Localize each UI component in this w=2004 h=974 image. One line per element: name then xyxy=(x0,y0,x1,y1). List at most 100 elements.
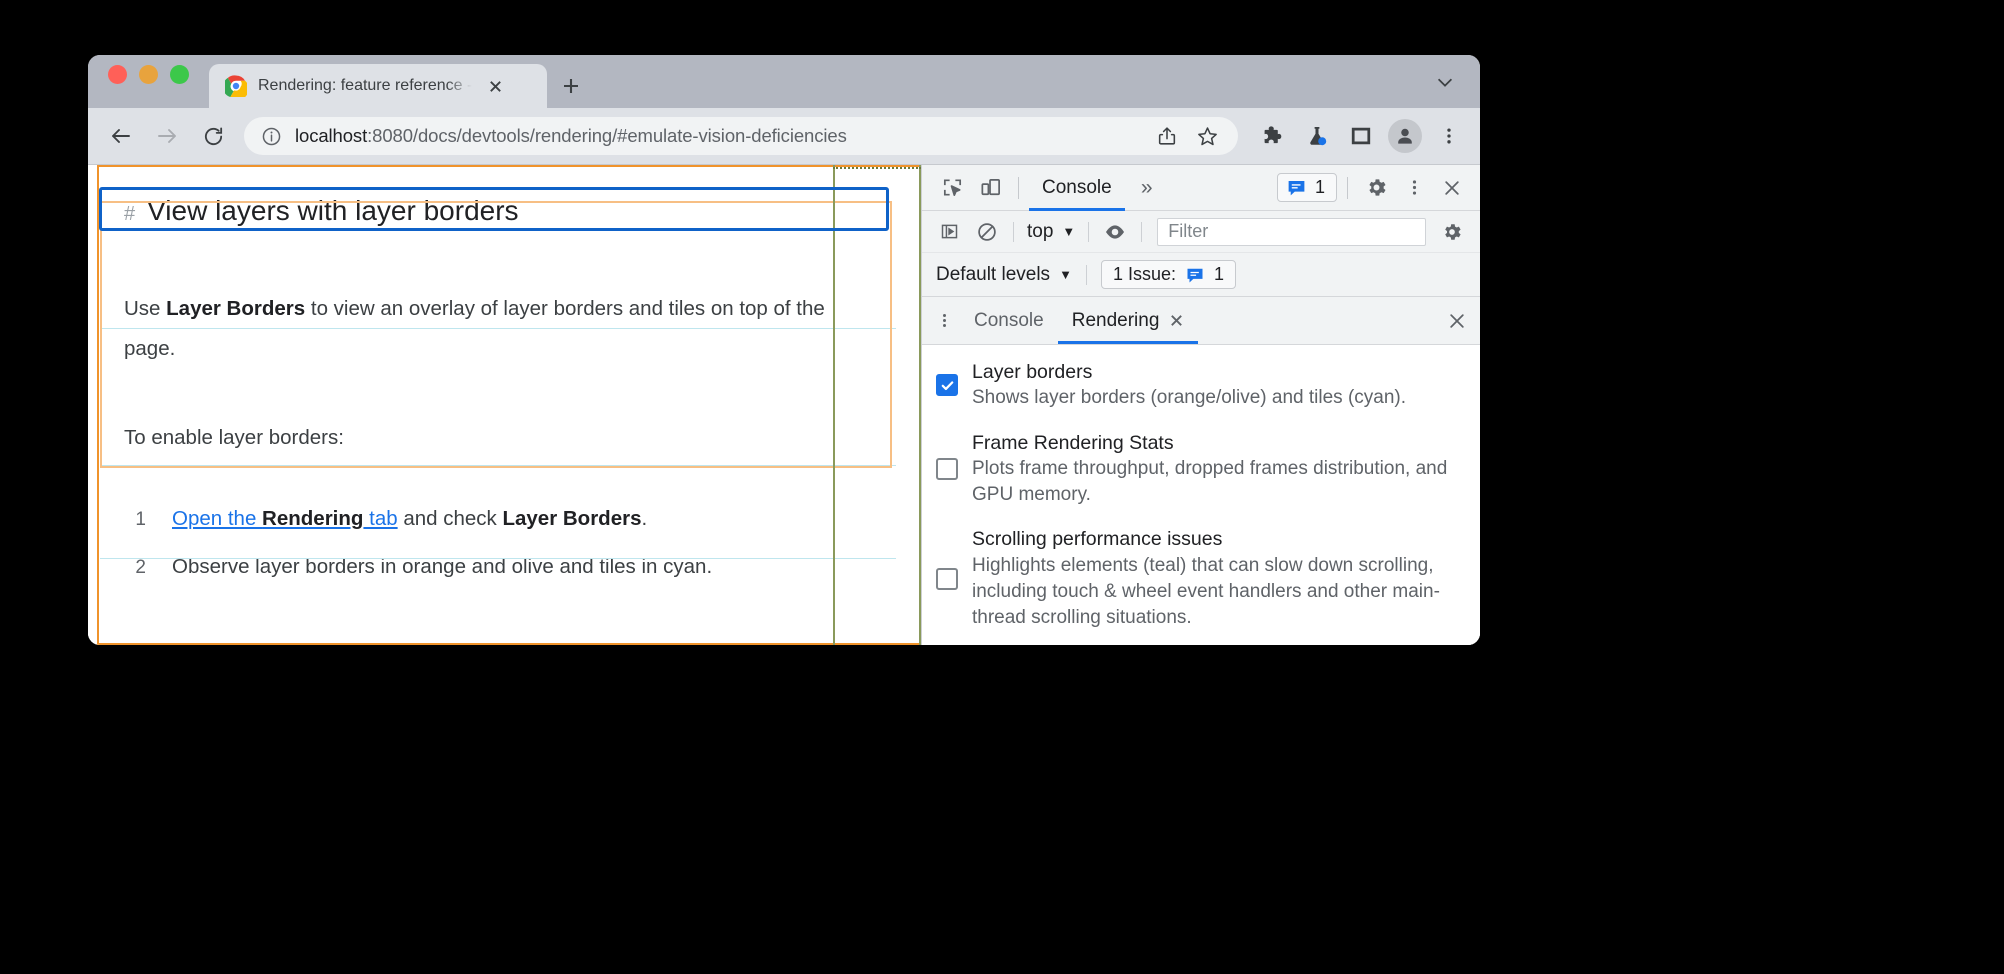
chrome-logo-icon xyxy=(225,75,247,97)
drawer-tabs-bar: Console Rendering xyxy=(922,297,1480,345)
list-item: 2 Observe layer borders in orange and ol… xyxy=(124,550,881,598)
drawer-kebab-menu-icon[interactable] xyxy=(928,297,960,344)
console-filter-input[interactable]: Filter xyxy=(1157,217,1426,246)
back-button[interactable] xyxy=(100,115,142,157)
drawer-tab-close-icon[interactable] xyxy=(1169,313,1184,328)
issues-count: 1 xyxy=(1314,177,1325,197)
clear-console-icon[interactable] xyxy=(968,217,1006,247)
render-option-title: Scrolling performance issues xyxy=(972,528,1223,551)
chevron-down-icon: ▼ xyxy=(1062,224,1076,239)
issues-inline-label: 1 Issue: xyxy=(1112,264,1176,284)
browser-menu-icon[interactable] xyxy=(1432,119,1466,153)
drawer-close-icon[interactable] xyxy=(1434,297,1480,344)
render-option-text: Layer borders Shows layer borders (orang… xyxy=(972,359,1406,412)
page-steps-list: 1 Open the Rendering tab and check Layer… xyxy=(124,502,881,598)
profile-avatar-icon[interactable] xyxy=(1388,119,1422,153)
close-window-button[interactable] xyxy=(108,65,127,84)
url-text[interactable]: localhost:8080/docs/devtools/rendering/#… xyxy=(295,125,1137,147)
more-panels-icon[interactable]: » xyxy=(1127,176,1167,200)
render-option-frame-rendering-stats[interactable]: Frame Rendering Stats Plots frame throug… xyxy=(936,430,1468,509)
console-filter-toolbar: top ▼ Filter xyxy=(922,211,1480,253)
tab-close-icon[interactable] xyxy=(483,74,507,98)
content-area: # View layers with layer borders Use Lay… xyxy=(88,164,1480,645)
page-heading-text: View layers with layer borders xyxy=(147,195,519,226)
render-option-text: Scrolling performance issues Highlights … xyxy=(972,526,1468,631)
chevron-down-icon[interactable] xyxy=(1422,60,1468,104)
devtools-main-toolbar: Console » 1 xyxy=(922,165,1480,211)
render-option-text: Frame Rendering Stats Plots frame throug… xyxy=(972,430,1468,509)
drawer-tab-label: Console xyxy=(974,309,1044,331)
console-settings-gear-icon[interactable] xyxy=(1434,217,1470,247)
minimize-window-button[interactable] xyxy=(139,65,158,84)
levels-label: Default levels xyxy=(936,263,1051,285)
experiments-flask-icon[interactable] xyxy=(1300,119,1334,153)
step-after-post: . xyxy=(641,506,648,530)
bookmark-star-icon[interactable] xyxy=(1190,119,1224,153)
tile-border-overlay-top xyxy=(833,165,921,169)
devtools-kebab-menu-icon[interactable] xyxy=(1396,171,1432,205)
heading-anchor-link[interactable]: # xyxy=(124,203,135,226)
devtools-settings-gear-icon[interactable] xyxy=(1358,171,1394,205)
inspect-element-icon[interactable] xyxy=(934,171,970,205)
device-toolbar-icon[interactable] xyxy=(972,171,1008,205)
page-viewport[interactable]: # View layers with layer borders Use Lay… xyxy=(88,165,921,645)
console-levels-bar: Default levels ▼ 1 Issue: 1 xyxy=(922,253,1480,297)
issues-inline-badge[interactable]: 1 Issue: 1 xyxy=(1100,260,1236,289)
tab-console[interactable]: Console xyxy=(1029,165,1125,211)
address-bar[interactable]: localhost:8080/docs/devtools/rendering/#… xyxy=(244,117,1238,155)
url-path: :8080/docs/devtools/rendering/#emulate-v… xyxy=(367,125,847,146)
page-paragraph-2: To enable layer borders: xyxy=(124,425,344,449)
maximize-window-button[interactable] xyxy=(170,65,189,84)
browser-window: Rendering: feature reference - localhost… xyxy=(88,55,1480,645)
page-content: # View layers with layer borders Use Lay… xyxy=(88,195,921,598)
rendering-tab-link[interactable]: Open the Rendering tab xyxy=(172,507,398,530)
console-context-selector[interactable]: top ▼ xyxy=(1021,221,1081,243)
devtools-close-icon[interactable] xyxy=(1434,171,1470,205)
default-levels-selector[interactable]: Default levels ▼ xyxy=(936,264,1072,286)
render-option-desc: Plots frame throughput, dropped frames d… xyxy=(972,457,1448,506)
toolbar-divider xyxy=(1347,176,1348,199)
rendering-panel-content: Layer borders Shows layer borders (orang… xyxy=(922,345,1480,645)
tab-strip: Rendering: feature reference - xyxy=(88,55,1480,108)
render-option-desc: Shows layer borders (orange/olive) and t… xyxy=(972,387,1407,409)
render-option-title: Layer borders xyxy=(972,361,1093,383)
layer-borders-checkbox[interactable] xyxy=(936,374,958,397)
drawer-tab-console[interactable]: Console xyxy=(960,297,1058,344)
drawer-tab-label: Rendering xyxy=(1071,309,1160,331)
side-panel-icon[interactable] xyxy=(1344,119,1378,153)
issues-badge[interactable]: 1 xyxy=(1276,173,1337,202)
step-after-pre: and check xyxy=(397,506,503,530)
render-option-desc: Highlights elements (teal) that can slow… xyxy=(972,554,1440,629)
frame-rendering-stats-checkbox[interactable] xyxy=(936,457,958,480)
url-host: localhost xyxy=(295,125,368,146)
new-tab-button[interactable] xyxy=(551,64,591,108)
reload-button[interactable] xyxy=(192,115,234,157)
omnibox-actions xyxy=(1150,119,1224,153)
link-pre: Open the xyxy=(172,506,263,530)
page-heading: # View layers with layer borders xyxy=(124,195,881,227)
forward-button[interactable] xyxy=(146,115,188,157)
window-traffic-lights xyxy=(108,55,189,108)
live-expression-eye-icon[interactable] xyxy=(1096,217,1134,247)
devtools-panel-tabs: Console xyxy=(1029,165,1125,211)
browser-tab[interactable]: Rendering: feature reference - xyxy=(209,64,547,108)
step-content: Observe layer borders in orange and oliv… xyxy=(172,554,713,578)
step-content: Open the Rendering tab and check Layer B… xyxy=(172,507,647,531)
toolbar-divider xyxy=(1013,221,1014,242)
toolbar-divider xyxy=(1141,221,1143,242)
drawer-tab-rendering[interactable]: Rendering xyxy=(1057,297,1199,344)
step-number: 1 xyxy=(135,508,146,530)
scrolling-performance-issues-checkbox[interactable] xyxy=(936,567,958,590)
render-option-layer-borders[interactable]: Layer borders Shows layer borders (orang… xyxy=(936,359,1468,412)
site-info-icon[interactable] xyxy=(261,126,282,147)
extensions-puzzle-icon[interactable] xyxy=(1256,119,1290,153)
paragraph-1-bold: Layer Borders xyxy=(166,297,306,320)
paragraph-1-pre: Use xyxy=(124,297,167,320)
share-icon[interactable] xyxy=(1150,119,1184,153)
page-paragraph-1: Use Layer Borders to view an overlay of … xyxy=(124,289,881,369)
toolbar-divider xyxy=(1088,221,1090,242)
tab-title: Rendering: feature reference - xyxy=(258,77,473,94)
render-option-scrolling-performance-issues[interactable]: Scrolling performance issues Highlights … xyxy=(936,526,1468,631)
issue-message-icon xyxy=(1187,268,1203,282)
console-sidebar-icon[interactable] xyxy=(930,217,968,247)
